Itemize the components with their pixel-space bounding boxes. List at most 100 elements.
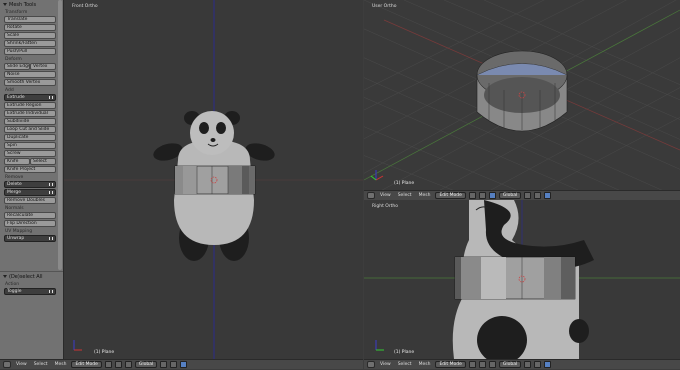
view-menu[interactable]: View (14, 362, 29, 367)
mesh-tools-title: Mesh Tools (9, 1, 37, 8)
manipulator-icon[interactable] (124, 361, 132, 368)
manipulator-icon[interactable] (488, 192, 496, 199)
shrink-fatten-button[interactable]: Shrink/Fatten (4, 40, 56, 47)
deform-heading: Deform (5, 57, 22, 62)
editor-type-icon[interactable] (367, 192, 375, 199)
noise-button[interactable]: Noise (4, 71, 56, 78)
mesh-menu[interactable]: Mesh (417, 362, 433, 367)
duplicate-button[interactable]: Duplicate (4, 134, 56, 141)
loop-cut-button[interactable]: Loop Cut and Slide (4, 126, 56, 133)
operator-panel: (De)select All Action Toggle (0, 271, 63, 359)
spin-button[interactable]: Spin (4, 142, 56, 149)
right-object-label: (1) Plane (394, 350, 415, 355)
shading-icon[interactable] (468, 361, 476, 368)
edge-select-icon[interactable] (534, 192, 542, 199)
pivot-icon[interactable] (478, 192, 486, 199)
select-menu[interactable]: Select (396, 362, 414, 367)
extrude-region-button[interactable]: Extrude Region (4, 102, 56, 109)
orientation-dropdown[interactable]: Global (134, 361, 158, 368)
normals-heading: Normals (5, 206, 24, 211)
extrude-individual-button[interactable]: Extrude Individual (4, 110, 56, 117)
slide-row: Slide Edge Vertex (4, 63, 56, 70)
extrude-dropdown[interactable]: Extrude (4, 94, 56, 101)
scale-button[interactable]: Scale (4, 32, 56, 39)
blender-window: Mesh Tools Transform Translate Rotate Sc… (0, 0, 680, 370)
vertex-select-icon[interactable] (524, 361, 532, 368)
editor-type-icon[interactable] (3, 361, 11, 368)
mesh-menu[interactable]: Mesh (53, 362, 69, 367)
flip-direction-button[interactable]: Flip Direction (4, 220, 56, 227)
operator-panel-header[interactable]: (De)select All (0, 272, 63, 281)
translate-button[interactable]: Translate (4, 16, 56, 23)
action-label: Action (5, 282, 20, 287)
vertex-select-icon[interactable] (160, 361, 168, 368)
knife-row: Knife Select (4, 158, 56, 165)
mode-label: Edit Mode (439, 193, 462, 198)
user-viewport-label: User Ortho (372, 4, 397, 9)
recalculate-button[interactable]: Recalculate (4, 212, 56, 219)
orientation-dropdown[interactable]: Global (498, 192, 522, 199)
edge-select-icon[interactable] (170, 361, 178, 368)
unwrap-dropdown[interactable]: Unwrap (4, 235, 56, 242)
tool-shelf-scrollbar[interactable] (58, 0, 62, 270)
mode-label: Edit Mode (75, 362, 98, 367)
slide-vertex-button[interactable]: Vertex (30, 63, 56, 70)
right-scene (364, 200, 680, 359)
view-menu[interactable]: View (378, 362, 393, 367)
shading-icon[interactable] (468, 192, 476, 199)
user-scene (364, 0, 680, 190)
add-heading: Add (5, 88, 14, 93)
remove-doubles-button[interactable]: Remove Doubles (4, 197, 56, 204)
rotate-button[interactable]: Rotate (4, 24, 56, 31)
screw-button[interactable]: Screw (4, 150, 56, 157)
subdivide-button[interactable]: Subdivide (4, 118, 56, 125)
manipulator-icon[interactable] (488, 361, 496, 368)
mode-dropdown[interactable]: Edit Mode (435, 192, 466, 199)
mesh-tools-panel-header[interactable]: Mesh Tools (0, 0, 63, 9)
edge-select-icon[interactable] (534, 361, 542, 368)
pivot-icon[interactable] (114, 361, 122, 368)
pivot-icon[interactable] (478, 361, 486, 368)
view-menu[interactable]: View (378, 193, 393, 198)
knife-button[interactable]: Knife (4, 158, 30, 165)
left-eye-patch (199, 122, 209, 134)
right-eye-patch (216, 122, 226, 134)
editor-type-icon[interactable] (367, 361, 375, 368)
knife-select-button[interactable]: Select (30, 158, 56, 165)
push-pull-button[interactable]: Push/Pull (4, 48, 56, 55)
face-select-icon[interactable] (544, 361, 552, 368)
slide-edge-button[interactable]: Slide Edge (4, 63, 30, 70)
mode-label: Edit Mode (439, 362, 462, 367)
user-ortho-viewport[interactable]: User Ortho (1) Plane (364, 0, 680, 190)
front-ortho-viewport[interactable]: Front Ortho (1) Plane (64, 0, 363, 359)
right-ortho-viewport[interactable]: Right Ortho (1) Plane (364, 200, 680, 359)
mesh-menu[interactable]: Mesh (417, 193, 433, 198)
vertex-select-icon[interactable] (524, 192, 532, 199)
panda-head (190, 111, 234, 155)
shading-icon[interactable] (104, 361, 112, 368)
selected-ring-front (174, 165, 256, 195)
mode-dropdown[interactable]: Edit Mode (435, 361, 466, 368)
merge-dropdown[interactable]: Merge (4, 189, 56, 196)
panda-tail-side (569, 319, 589, 343)
action-dropdown[interactable]: Toggle (4, 288, 56, 295)
user-viewport-header: View Select Mesh Edit Mode Global (364, 190, 680, 200)
select-menu[interactable]: Select (32, 362, 50, 367)
selected-ring-right (454, 256, 576, 300)
smooth-vertex-button[interactable]: Smooth Vertex (4, 79, 56, 86)
orientation-dropdown[interactable]: Global (498, 361, 522, 368)
axis-gizmo-x (375, 175, 384, 181)
face-select-icon[interactable] (544, 192, 552, 199)
delete-dropdown[interactable]: Delete (4, 181, 56, 188)
knife-project-button[interactable]: Knife Project (4, 166, 56, 173)
face-select-icon[interactable] (180, 361, 188, 368)
cylinder-3d (476, 50, 568, 132)
nose (210, 138, 216, 142)
collapse-triangle-icon (3, 3, 7, 6)
front-scene (64, 0, 363, 359)
orientation-label: Global (502, 193, 518, 198)
select-menu[interactable]: Select (396, 193, 414, 198)
front-viewport-label: Front Ortho (72, 4, 98, 9)
orientation-label: Global (502, 362, 518, 367)
mode-dropdown[interactable]: Edit Mode (71, 361, 102, 368)
